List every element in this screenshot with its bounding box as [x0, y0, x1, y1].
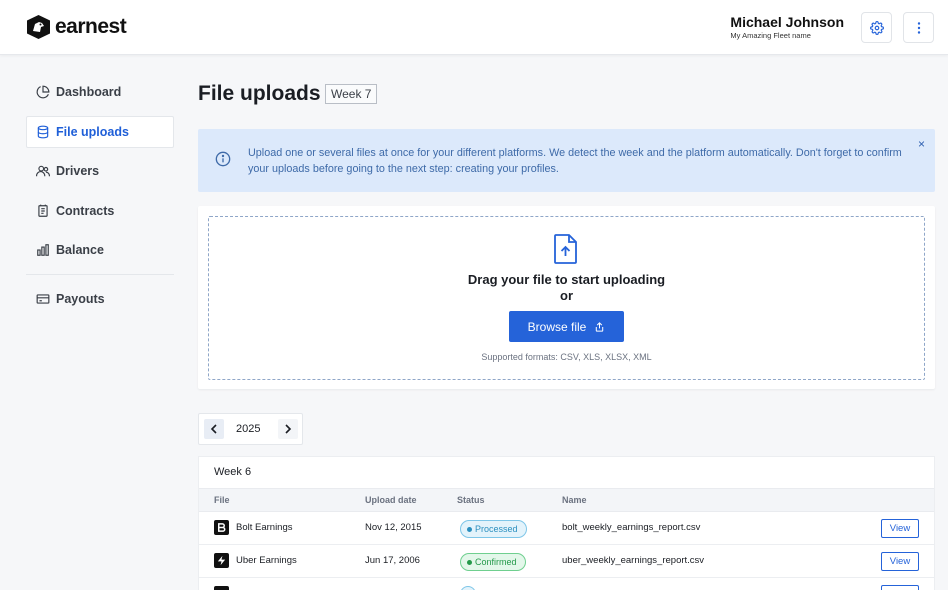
week-title: Week 6 — [214, 466, 252, 478]
uploads-table: Week 6 File Upload date Status Name Bolt… — [198, 456, 935, 590]
column-header-file: File — [214, 495, 230, 505]
sidebar-item-label: File uploads — [56, 124, 129, 139]
sidebar-item-dashboard[interactable]: Dashboard — [26, 76, 174, 108]
uber-platform-icon — [214, 553, 229, 568]
status-badge: Processed — [460, 520, 527, 538]
bolt-platform-icon — [214, 520, 229, 535]
pie-chart-icon — [36, 85, 50, 99]
file-name: Uber Earnings — [236, 555, 297, 566]
file-upload-icon — [554, 234, 577, 264]
share-upload-icon — [596, 321, 604, 332]
info-icon — [215, 151, 231, 167]
view-button[interactable]: View — [881, 519, 919, 538]
upload-card: Drag your file to start uploading or Bro… — [198, 206, 935, 389]
next-year-button[interactable] — [278, 419, 298, 439]
sidebar-item-label: Drivers — [56, 164, 100, 178]
brand-logo[interactable]: earnest — [26, 14, 127, 40]
chevron-right-icon — [285, 424, 292, 434]
browse-file-button[interactable]: Browse file — [509, 311, 624, 342]
week-badge: Week 7 — [325, 84, 378, 104]
user-profile[interactable]: Michael Johnson My Amazing Fleet name — [730, 14, 844, 40]
sidebar-item-label: Dashboard — [56, 85, 122, 99]
info-banner: Upload one or several files at once for … — [198, 129, 935, 192]
upload-date: Jun 17, 2006 — [365, 555, 420, 566]
table-row[interactable] — [199, 578, 934, 590]
status-label: Confirmed — [475, 557, 517, 567]
settings-button[interactable] — [861, 12, 892, 43]
more-vertical-icon — [917, 21, 920, 34]
report-filename: bolt_weekly_earnings_report.csv — [562, 522, 701, 533]
browse-file-label: Browse file — [527, 319, 587, 334]
user-name: Michael Johnson — [730, 14, 844, 30]
drag-instructions: Drag your file to start uploading or — [209, 272, 924, 304]
top-bar: earnest Michael Johnson My Amazing Fleet… — [0, 0, 948, 55]
more-options-button[interactable] — [903, 12, 934, 43]
users-icon — [36, 165, 50, 177]
column-header-upload-date: Upload date — [365, 495, 417, 505]
status-dot — [467, 559, 472, 565]
sidebar-divider — [26, 273, 174, 275]
bar-chart-icon — [37, 244, 49, 256]
drag-text: Drag your file to start uploading — [467, 272, 666, 287]
status-label: Processed — [475, 524, 518, 534]
sidebar-item-balance[interactable]: Balance — [26, 234, 174, 266]
database-icon — [37, 125, 49, 138]
close-icon[interactable]: × — [918, 137, 925, 151]
sidebar-item-payouts[interactable]: Payouts — [26, 283, 174, 315]
column-header-name: Name — [562, 495, 587, 505]
table-header: File Upload date Status Name — [199, 488, 934, 512]
view-button[interactable]: View — [881, 552, 919, 571]
column-header-status: Status — [457, 495, 485, 505]
sidebar-item-contracts[interactable]: Contracts — [26, 195, 174, 227]
sidebar-item-label: Balance — [56, 243, 104, 257]
status-badge: Confirmed — [460, 553, 526, 571]
chevron-left-icon — [210, 424, 217, 434]
sidebar-item-label: Payouts — [56, 291, 105, 306]
platform-icon — [214, 586, 229, 590]
supported-formats: Supported formats: CSV, XLS, XLSX, XML — [481, 352, 652, 362]
fleet-name: My Amazing Fleet name — [730, 31, 811, 40]
credit-card-icon — [36, 293, 50, 304]
dropzone[interactable]: Drag your file to start uploading or Bro… — [208, 216, 925, 380]
or-text: or — [560, 288, 573, 303]
upload-date: Nov 12, 2015 — [365, 522, 422, 533]
sidebar: Dashboard File uploads Drivers Contracts… — [26, 76, 174, 322]
year-label: 2025 — [236, 423, 261, 435]
year-selector: 2025 — [198, 413, 303, 445]
sidebar-item-label: Contracts — [56, 203, 115, 218]
file-cell: Bolt Earnings — [214, 520, 293, 535]
gear-icon — [869, 20, 884, 35]
report-filename: uber_weekly_earnings_report.csv — [562, 555, 705, 566]
file-cell: Uber Earnings — [214, 553, 297, 568]
file-cell — [214, 586, 229, 590]
document-icon — [38, 204, 48, 217]
previous-year-button[interactable] — [204, 419, 224, 439]
info-text: Upload one or several files at once for … — [248, 147, 902, 175]
brand-name: earnest — [55, 15, 127, 38]
table-row[interactable]: Uber Earnings Jun 17, 2006 Confirmed ube… — [199, 545, 934, 578]
logo-mark-icon — [27, 15, 50, 39]
sidebar-item-drivers[interactable]: Drivers — [26, 155, 174, 187]
sidebar-item-file-uploads[interactable]: File uploads — [26, 115, 174, 148]
status-dot — [467, 526, 472, 532]
view-button[interactable] — [881, 585, 919, 590]
status-badge — [460, 586, 476, 590]
table-row[interactable]: Bolt Earnings Nov 12, 2015 Processed bol… — [199, 512, 934, 545]
file-name: Bolt Earnings — [236, 522, 293, 533]
page-title: File uploads — [198, 82, 321, 105]
